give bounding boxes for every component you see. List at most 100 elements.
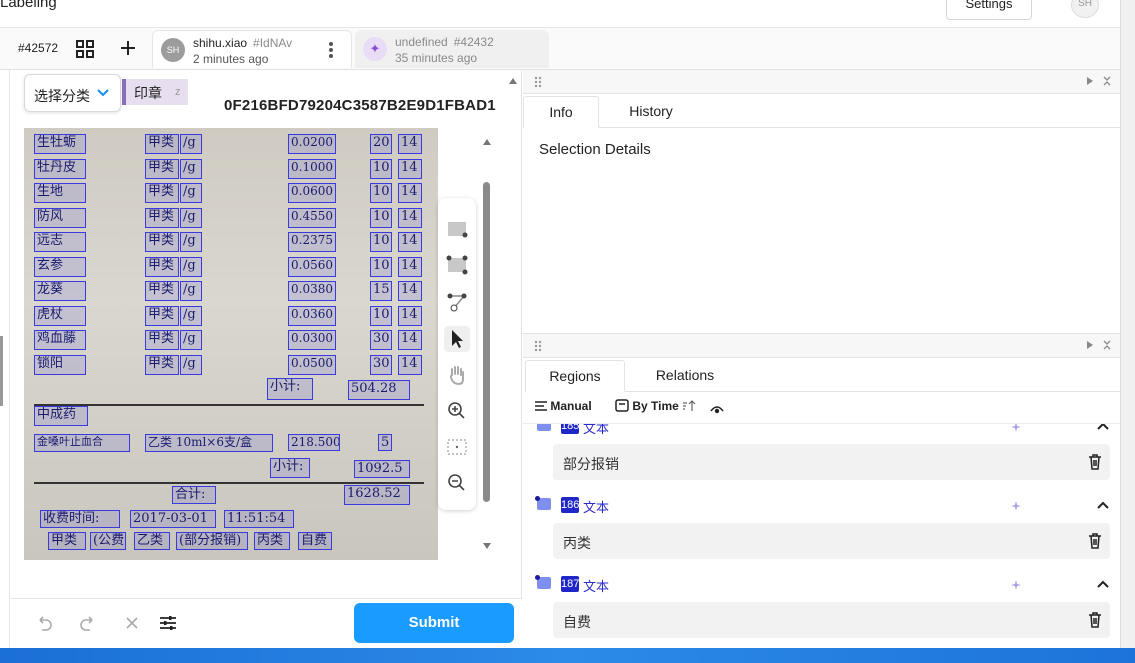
region-box[interactable]: 14: [398, 354, 422, 375]
chevron-up-icon[interactable]: [1096, 423, 1110, 433]
resize-handle[interactable]: [0, 336, 3, 406]
region-box[interactable]: 0.0380: [288, 281, 336, 301]
region-box[interactable]: /g: [180, 305, 202, 326]
region-box[interactable]: 甲类: [145, 183, 179, 203]
canvas-scroll-thumb[interactable]: [483, 182, 490, 502]
region-box[interactable]: 自费: [298, 532, 332, 550]
region-box[interactable]: 14: [398, 330, 422, 350]
undo-icon[interactable]: [34, 613, 54, 633]
trash-icon[interactable]: [1088, 532, 1102, 549]
region-box[interactable]: 甲类: [145, 330, 179, 350]
tab-regions[interactable]: Regions: [525, 360, 625, 392]
region-box[interactable]: 甲类: [48, 532, 86, 550]
settings-button[interactable]: Settings: [946, 0, 1032, 20]
region-box[interactable]: 10: [370, 256, 392, 277]
region-box[interactable]: 14: [398, 183, 422, 203]
scroll-down-icon[interactable]: [483, 542, 491, 550]
tab-history[interactable]: History: [613, 96, 689, 128]
region-box[interactable]: 5: [378, 434, 392, 451]
region-box[interactable]: 甲类: [145, 232, 179, 252]
region-box[interactable]: 锁阳: [34, 354, 86, 375]
region-header[interactable]: 187 文本: [533, 574, 1113, 594]
region-box[interactable]: 龙葵: [34, 281, 86, 301]
tab-relations[interactable]: Relations: [635, 360, 735, 392]
region-box[interactable]: 0.2375: [288, 232, 336, 252]
zoom-in-icon[interactable]: [444, 398, 470, 424]
region-box[interactable]: 甲类: [145, 207, 179, 228]
region-box[interactable]: 10: [370, 207, 392, 228]
region-box[interactable]: 20: [370, 134, 392, 154]
region-box[interactable]: 乙类: [134, 532, 170, 550]
region-box[interactable]: 0.4550: [288, 207, 336, 228]
region-box[interactable]: 1628.52: [344, 485, 410, 505]
region-box[interactable]: 生地: [34, 183, 86, 203]
region-box[interactable]: 甲类: [145, 256, 179, 277]
region-box[interactable]: /g: [180, 354, 202, 375]
region-item[interactable]: 185 文本 部分报销: [523, 423, 1120, 495]
annotation-tab-prediction[interactable]: ✦ undefined #42432 35 minutes ago: [355, 30, 549, 68]
window-scrollbar[interactable]: [1120, 0, 1135, 663]
region-box[interactable]: 10: [370, 183, 392, 203]
region-box[interactable]: 10: [370, 305, 392, 326]
region-box[interactable]: 中成药: [34, 406, 88, 426]
region-box[interactable]: 14: [398, 305, 422, 326]
region-box[interactable]: 甲类: [145, 354, 179, 375]
region-header[interactable]: 186 文本: [533, 495, 1113, 515]
region-text-field[interactable]: 丙类: [553, 523, 1110, 559]
class-select[interactable]: 选择分类: [24, 74, 121, 112]
region-box[interactable]: (公费): [90, 532, 126, 550]
region-box[interactable]: /g: [180, 158, 202, 179]
region-box[interactable]: 14: [398, 256, 422, 277]
fit-to-screen-icon[interactable]: [444, 434, 470, 460]
region-box[interactable]: 0.0360: [288, 305, 336, 326]
drag-handle-icon[interactable]: [534, 76, 542, 88]
region-box[interactable]: 14: [398, 281, 422, 301]
submit-button[interactable]: Submit: [354, 603, 514, 643]
region-box[interactable]: 0.0500: [288, 354, 336, 375]
visibility-eye-icon[interactable]: [710, 400, 724, 420]
region-box[interactable]: 丙类: [254, 532, 290, 550]
region-box[interactable]: 30: [370, 354, 392, 375]
region-box[interactable]: 甲类: [145, 281, 179, 301]
rectangle-3point-tool-icon[interactable]: [444, 252, 470, 278]
sort-order-icon[interactable]: [682, 400, 696, 412]
add-annotation-icon[interactable]: [118, 38, 138, 58]
region-text-field[interactable]: 自费: [553, 602, 1110, 638]
region-box[interactable]: 11:51:54: [224, 510, 294, 528]
region-item[interactable]: 187 文本 自费: [523, 574, 1120, 649]
region-box[interactable]: 14: [398, 232, 422, 252]
scroll-up-icon[interactable]: [509, 77, 517, 85]
region-box[interactable]: 收费时间:: [40, 510, 120, 528]
region-box[interactable]: 小计:: [270, 458, 310, 478]
region-box[interactable]: 1092.5: [354, 460, 410, 478]
region-box[interactable]: /g: [180, 281, 202, 301]
rectangle-tool-icon[interactable]: [444, 216, 470, 242]
region-box[interactable]: 虎杖: [34, 305, 86, 326]
label-chip-seal[interactable]: 印章 z: [122, 79, 188, 105]
region-box[interactable]: /g: [180, 134, 202, 154]
canvas-scrollbar[interactable]: [482, 132, 492, 552]
region-box[interactable]: /g: [180, 256, 202, 277]
collapse-panel-icon[interactable]: [1085, 340, 1095, 350]
manual-sort-filter[interactable]: Manual: [535, 397, 592, 417]
zoom-out-icon[interactable]: [444, 470, 470, 496]
region-box[interactable]: 218.500: [288, 434, 340, 451]
region-box[interactable]: 远志: [34, 232, 86, 252]
region-box[interactable]: 防风: [34, 207, 86, 228]
annotation-tab-current[interactable]: SH shihu.xiao #IdNAv 2 minutes ago: [152, 30, 352, 68]
by-time-sort-filter[interactable]: By Time: [615, 397, 696, 417]
chevron-up-icon[interactable]: [1096, 498, 1110, 512]
trash-icon[interactable]: [1088, 453, 1102, 470]
region-box[interactable]: /g: [180, 183, 202, 203]
region-box[interactable]: 甲类: [145, 134, 179, 154]
drag-handle-icon[interactable]: [534, 340, 542, 352]
reset-close-icon[interactable]: [122, 613, 142, 633]
document-canvas[interactable]: 生牡蛎 甲类/g 0.0200 20 14 牡丹皮 甲类/g 0.1000 10 14 生地 甲类/g…: [24, 128, 438, 560]
region-text-field[interactable]: 部分报销: [553, 444, 1110, 480]
redo-icon[interactable]: [78, 613, 98, 633]
region-box[interactable]: 14: [398, 207, 422, 228]
region-box[interactable]: /g: [180, 232, 202, 252]
region-box[interactable]: 0.0200: [288, 134, 336, 154]
region-box[interactable]: 金嗓叶止血合: [34, 434, 130, 452]
region-box[interactable]: 牡丹皮: [34, 158, 86, 179]
